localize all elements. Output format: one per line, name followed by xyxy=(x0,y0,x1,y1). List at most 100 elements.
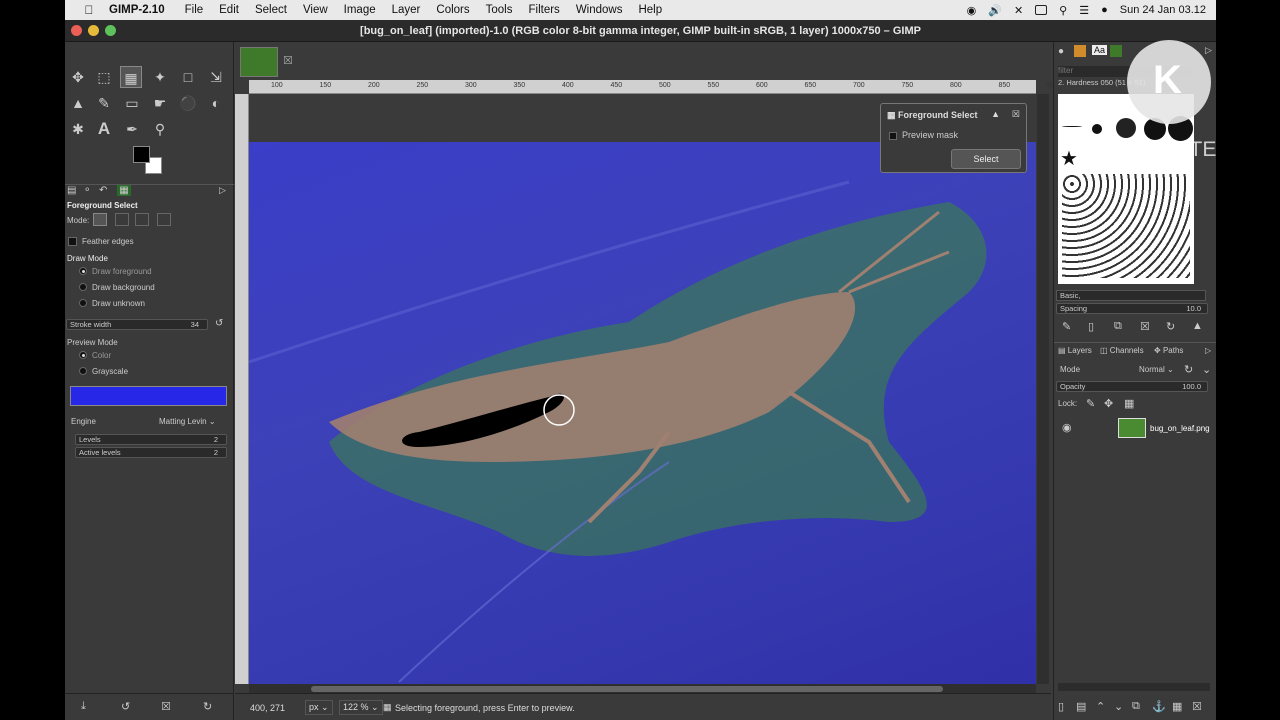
brushes-tab-icon[interactable]: ● xyxy=(1058,46,1064,57)
rect-select-tool-icon[interactable]: ⬚ xyxy=(93,66,115,88)
open-brush-icon[interactable]: ▲ xyxy=(1192,320,1203,332)
stroke-width-slider[interactable]: Stroke width 34 xyxy=(66,319,208,330)
menu-filters[interactable]: Filters xyxy=(521,4,568,16)
draw-foreground-label[interactable]: Draw foreground xyxy=(92,267,152,276)
control-center-icon[interactable]: ☰ xyxy=(1079,4,1089,17)
draw-background-label[interactable]: Draw background xyxy=(92,283,155,292)
image-tab-thumbnail[interactable] xyxy=(240,47,278,77)
preview-mask-checkbox[interactable] xyxy=(889,132,897,140)
brush-thumb[interactable] xyxy=(1092,124,1102,134)
menu-select[interactable]: Select xyxy=(247,4,295,16)
star-brush-icon[interactable]: ★ xyxy=(1060,146,1078,171)
mode-subtract-icon[interactable] xyxy=(135,213,149,226)
mode-replace-icon[interactable] xyxy=(93,213,107,226)
levels-slider[interactable]: Levels 2 xyxy=(75,434,227,445)
paths-tool-icon[interactable]: ✱ xyxy=(67,118,89,140)
volume-icon[interactable]: 🔊 xyxy=(988,4,1002,17)
menu-tools[interactable]: Tools xyxy=(478,4,521,16)
restore-options-icon[interactable]: ↺ xyxy=(121,700,130,713)
paintbrush-tool-icon[interactable]: ✎ xyxy=(93,92,115,114)
record-icon[interactable]: ◉ xyxy=(967,4,977,17)
images-tab-icon[interactable]: ▦ xyxy=(117,185,131,196)
delete-brush-icon[interactable]: ☒ xyxy=(1140,320,1150,333)
clock[interactable]: Sun 24 Jan 03.12 xyxy=(1120,4,1206,16)
horizontal-ruler[interactable]: 100 150 200 250 300 350 400 450 500 550 600 650 700 7… xyxy=(249,80,1107,94)
preview-color-label[interactable]: Color xyxy=(92,351,111,360)
brush-texture-grid[interactable] xyxy=(1062,174,1190,278)
move-tool-icon[interactable]: ✥ xyxy=(67,66,89,88)
tab-channels[interactable]: ◫ Channels xyxy=(1100,346,1144,355)
preview-grayscale-label[interactable]: Grayscale xyxy=(92,367,128,376)
menu-view[interactable]: View xyxy=(295,4,336,16)
draw-unknown-radio[interactable] xyxy=(79,299,87,307)
app-name[interactable]: GIMP-2.10 xyxy=(99,4,177,16)
menu-image[interactable]: Image xyxy=(336,4,384,16)
search-icon[interactable]: ⚲ xyxy=(1059,4,1067,17)
refresh-brushes-icon[interactable]: ↻ xyxy=(1166,320,1175,333)
bluetooth-icon[interactable]: ✕ xyxy=(1014,4,1023,17)
unit-dropdown[interactable]: px ⌄ xyxy=(305,700,333,715)
siri-icon[interactable]: ● xyxy=(1101,4,1108,16)
lower-layer-icon[interactable]: ⌄ xyxy=(1114,700,1123,713)
lock-position-icon[interactable]: ✥ xyxy=(1104,397,1113,410)
layer-row[interactable]: ◉ bug_on_leaf.png xyxy=(1058,413,1213,443)
lock-pixels-icon[interactable]: ✎ xyxy=(1086,397,1095,410)
undo-history-tab-icon[interactable]: ↶ xyxy=(99,185,107,196)
eraser-tool-icon[interactable]: ▭ xyxy=(121,92,143,114)
delete-layer-icon[interactable]: ☒ xyxy=(1192,700,1202,713)
layer-thumbnail[interactable] xyxy=(1118,418,1146,438)
reset-mode-icon[interactable]: ↻ xyxy=(1184,363,1193,376)
dock-configure-icon[interactable]: ▷ xyxy=(1205,45,1212,56)
lock-alpha-icon[interactable]: ▦ xyxy=(1124,397,1134,410)
brush-thumb[interactable] xyxy=(1116,118,1136,138)
battery-icon[interactable] xyxy=(1035,5,1048,15)
mode-options-icon[interactable]: ⌄ xyxy=(1202,363,1211,376)
patterns-tab-icon[interactable] xyxy=(1074,45,1086,57)
close-window-button[interactable] xyxy=(71,25,82,36)
image-canvas[interactable] xyxy=(249,142,1036,684)
zoom-tool-icon[interactable]: ⚲ xyxy=(149,118,171,140)
menu-windows[interactable]: Windows xyxy=(568,4,631,16)
mode-add-icon[interactable] xyxy=(115,213,129,226)
draw-background-radio[interactable] xyxy=(79,283,87,291)
layers-scrollbar[interactable] xyxy=(1058,683,1210,691)
tool-options-tab-icon[interactable]: ▤ xyxy=(67,185,76,196)
vertical-scrollbar[interactable] xyxy=(1037,94,1049,684)
preview-color-radio[interactable] xyxy=(79,351,87,359)
menu-file[interactable]: File xyxy=(177,4,212,16)
menu-edit[interactable]: Edit xyxy=(211,4,247,16)
crop-tool-icon[interactable]: □ xyxy=(177,66,199,88)
draw-foreground-radio[interactable] xyxy=(79,267,87,275)
preview-grayscale-radio[interactable] xyxy=(79,367,87,375)
anchor-layer-icon[interactable]: ⚓ xyxy=(1152,700,1166,713)
minimize-window-button[interactable] xyxy=(88,25,99,36)
zoom-dropdown[interactable]: 122 % ⌄ xyxy=(339,700,383,715)
draw-unknown-label[interactable]: Draw unknown xyxy=(92,299,145,308)
edit-brush-icon[interactable]: ✎ xyxy=(1062,320,1071,333)
text-tool-icon[interactable]: A xyxy=(93,118,115,140)
fs-dialog-close-icon[interactable]: ☒ xyxy=(1012,109,1020,120)
spacing-slider[interactable]: Spacing 10.0 xyxy=(1056,303,1208,314)
visibility-eye-icon[interactable]: ◉ xyxy=(1062,421,1072,434)
foreground-select-tool-icon[interactable]: ▦ xyxy=(120,66,142,88)
duplicate-brush-icon[interactable]: ⧉ xyxy=(1114,320,1122,333)
tab-layers[interactable]: ▤ Layers xyxy=(1058,346,1092,355)
active-levels-slider[interactable]: Active levels 2 xyxy=(75,447,227,458)
menu-layer[interactable]: Layer xyxy=(384,4,429,16)
preview-mask-label[interactable]: Preview mask xyxy=(902,130,958,140)
menu-colors[interactable]: Colors xyxy=(428,4,477,16)
preview-color-button[interactable] xyxy=(70,386,227,406)
menu-help[interactable]: Help xyxy=(630,4,670,16)
new-brush-icon[interactable]: ▯ xyxy=(1088,320,1094,333)
brush-preset-dropdown[interactable]: Basic, xyxy=(1056,290,1206,301)
apple-icon[interactable]:  xyxy=(79,3,99,17)
pin-icon[interactable]: ▲ xyxy=(991,109,1000,119)
images-tab-icon-right[interactable] xyxy=(1110,45,1122,57)
raise-layer-icon[interactable]: ⌃ xyxy=(1096,700,1105,713)
dodge-tool-icon[interactable]: ◐ xyxy=(205,92,227,114)
device-status-tab-icon[interactable]: ⚬ xyxy=(83,185,91,196)
opacity-slider[interactable]: Opacity 100.0 xyxy=(1056,381,1208,392)
reset-options-icon[interactable]: ↻ xyxy=(203,700,212,713)
clone-tool-icon[interactable]: ⚫ xyxy=(177,92,199,114)
reset-stroke-icon[interactable]: ↺ xyxy=(215,318,223,329)
